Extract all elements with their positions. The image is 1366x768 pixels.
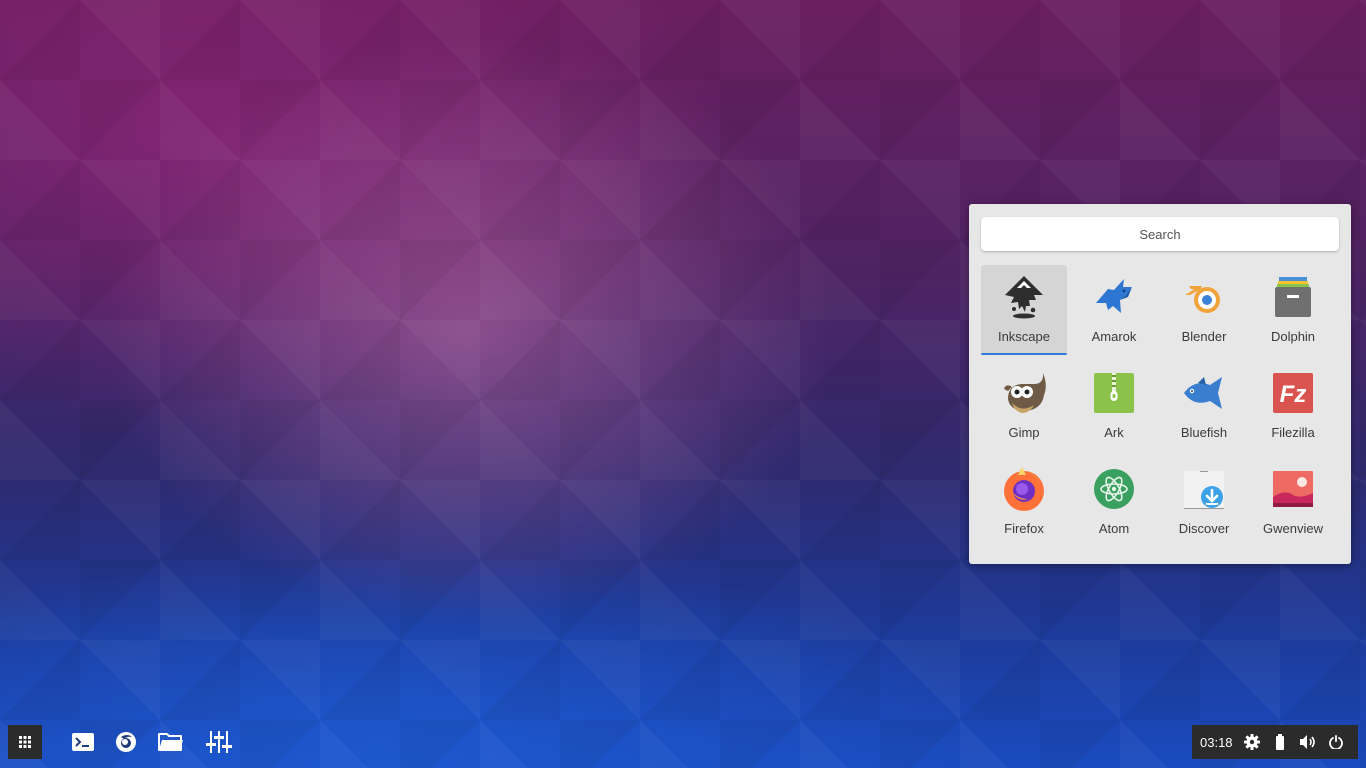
bluefish-icon — [1184, 377, 1222, 409]
filezilla-icon: Fz — [1273, 373, 1313, 413]
app-label: Bluefish — [1180, 425, 1228, 440]
firefox-icon — [1004, 467, 1044, 511]
amarok-icon — [1096, 279, 1132, 313]
app-launcher-popup: Inkscape Amarok Blender — [969, 204, 1351, 564]
app-label: Discover — [1178, 521, 1230, 536]
blender-icon — [1185, 286, 1220, 313]
app-tile-inkscape[interactable]: Inkscape — [981, 265, 1067, 355]
ark-icon — [1094, 373, 1134, 413]
app-tile-amarok[interactable]: Amarok — [1067, 265, 1161, 361]
dock-firefox[interactable] — [111, 728, 141, 756]
folder-icon — [158, 733, 183, 751]
app-tile-blender[interactable]: Blender — [1161, 265, 1247, 361]
desktop-wallpaper: Inkscape Amarok Blender — [0, 0, 1366, 768]
app-tile-filezilla[interactable]: Fz Filezilla — [1247, 361, 1339, 457]
app-label: Firefox — [1004, 521, 1044, 536]
app-label: Gwenview — [1263, 521, 1323, 536]
dock-terminal[interactable] — [68, 728, 98, 756]
tray-battery[interactable] — [1266, 725, 1294, 759]
app-grid: Inkscape Amarok Blender Dolphin Gimp Ark… — [981, 265, 1339, 553]
battery-icon — [1276, 734, 1284, 750]
system-tray: 03:18 — [1192, 725, 1358, 759]
app-label: Dolphin — [1270, 329, 1316, 344]
app-tile-gwenview[interactable]: Gwenview — [1247, 457, 1339, 553]
inkscape-icon — [1005, 276, 1043, 319]
app-tile-dolphin[interactable]: Dolphin — [1247, 265, 1339, 361]
clock[interactable]: 03:18 — [1200, 735, 1238, 750]
app-grid-icon — [19, 736, 31, 748]
gimp-icon — [1004, 373, 1046, 413]
app-tile-gimp[interactable]: Gimp — [981, 361, 1067, 457]
tray-power[interactable] — [1322, 725, 1350, 759]
dock-file-manager[interactable] — [156, 728, 186, 756]
gwenview-icon — [1273, 471, 1313, 507]
app-tile-atom[interactable]: Atom — [1067, 457, 1161, 553]
app-tile-ark[interactable]: Ark — [1067, 361, 1161, 457]
app-tile-discover[interactable]: Discover — [1161, 457, 1247, 553]
tray-settings[interactable] — [1238, 725, 1266, 759]
app-tile-bluefish[interactable]: Bluefish — [1161, 361, 1247, 457]
tray-volume[interactable] — [1294, 725, 1322, 759]
terminal-icon — [72, 733, 94, 751]
svg-text:Fz: Fz — [1280, 381, 1307, 408]
app-tile-firefox[interactable]: Firefox — [981, 457, 1067, 553]
search-input[interactable] — [981, 217, 1339, 251]
discover-icon — [1184, 471, 1224, 509]
dock-settings[interactable] — [204, 728, 234, 756]
gear-icon — [1244, 734, 1260, 750]
app-label: Atom — [1098, 521, 1130, 536]
app-label: Ark — [1104, 425, 1124, 440]
dolphin-icon — [1275, 277, 1311, 317]
app-launcher-button[interactable] — [8, 725, 42, 759]
volume-icon — [1300, 735, 1315, 749]
firefox-icon — [116, 732, 136, 752]
atom-icon — [1094, 469, 1134, 509]
app-label: Filezilla — [1271, 425, 1315, 440]
app-label: Gimp — [1008, 425, 1040, 440]
app-label: Blender — [1181, 329, 1227, 344]
app-label: Inkscape — [997, 329, 1051, 344]
power-icon — [1329, 735, 1343, 749]
sliders-icon — [206, 731, 232, 753]
app-label: Amarok — [1091, 329, 1137, 344]
